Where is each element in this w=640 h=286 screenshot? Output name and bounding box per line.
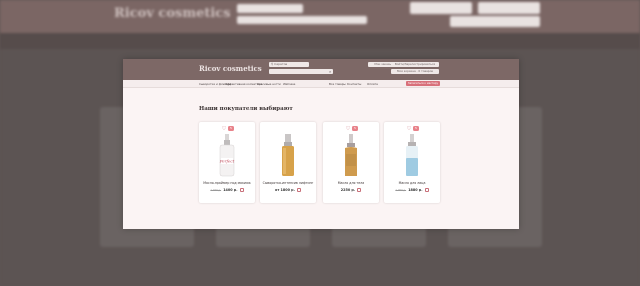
old-price: 1 990 р. (395, 189, 407, 192)
price: 1400 р. (223, 188, 238, 192)
site-header: Ricov cosmetics ⚲ Саратов ⌕ Мои заказы В… (123, 59, 519, 80)
heart-icon[interactable]: ♡ (406, 126, 412, 132)
nav-item[interactable]: Красивые ногти (257, 81, 281, 87)
product-name[interactable]: Масло-праймер под макияж (201, 181, 253, 185)
bg-search-input (237, 16, 367, 24)
bg-login-button (478, 2, 540, 14)
book-master-button[interactable]: Записаться к мастеру (406, 81, 440, 86)
product-card[interactable]: Сыворотка-интенсив лифтинг от 1800 р. (260, 122, 316, 203)
price-row: 1 490 р. 1400 р. (199, 188, 255, 192)
logo[interactable]: Ricov cosmetics (199, 64, 262, 73)
price-row: 2250 р. (323, 188, 379, 192)
product-image[interactable]: Perfect (217, 134, 237, 178)
product-image[interactable] (403, 134, 421, 178)
bottle-label: Perfect (219, 159, 235, 164)
search-icon[interactable]: ⌕ (329, 69, 331, 74)
city-selector[interactable]: ⚲ Саратов (269, 62, 309, 67)
nav-secondary-item[interactable]: Все товары (329, 81, 346, 87)
product-card[interactable]: ♡ 5 Perfect Масло-праймер под макияж 1 4… (199, 122, 255, 203)
bg-header: Ricov cosmetics (0, 0, 640, 33)
cart-icon[interactable] (239, 188, 244, 192)
nav-secondary-item[interactable]: Контакты (347, 81, 361, 87)
product-card[interactable]: ♡ 5 Масло для тела 2250 р. (323, 122, 379, 203)
zoomed-site-preview: Ricov cosmetics ⚲ Саратов ⌕ Мои заказы В… (123, 59, 519, 229)
heart-icon[interactable]: ♡ (221, 126, 227, 132)
login-button[interactable]: Войти/Зарегистрироваться (391, 62, 439, 67)
section-title: Наши покупатели выбирают (199, 106, 293, 112)
heart-icon[interactable]: ♡ (345, 126, 351, 132)
product-name[interactable]: Масло для тела (325, 181, 377, 185)
main-nav: Сыворотки и флюиды Эффективная косметика… (123, 80, 519, 88)
price: от 1800 р. (275, 188, 295, 192)
product-name[interactable]: Сыворотка-интенсив лифтинг (262, 181, 314, 185)
bg-nav (0, 33, 640, 78)
price-row: от 1800 р. (260, 188, 316, 192)
nav-secondary-item[interactable]: Оплата (367, 81, 378, 87)
nav-item[interactable]: Wellness (283, 81, 295, 87)
price-row: 1 990 р. 1880 р. (384, 188, 440, 192)
cart-icon[interactable] (357, 188, 362, 192)
bg-city-selector (237, 4, 303, 13)
price: 2250 р. (340, 188, 356, 192)
bg-logo: Ricov cosmetics (114, 6, 231, 21)
bg-cart-button (450, 16, 540, 27)
cart-button[interactable]: Моя корзина · 0 товаров (391, 69, 439, 74)
product-name[interactable]: Масло для лица (386, 181, 438, 185)
discount-badge: 5 (352, 126, 358, 131)
city-label: Саратов (274, 62, 288, 66)
discount-badge: 5 (413, 126, 419, 131)
discount-badge: 5 (228, 126, 234, 131)
cart-icon[interactable] (296, 188, 301, 192)
product-image[interactable] (341, 134, 361, 178)
search-input[interactable] (269, 69, 333, 74)
product-card[interactable]: ♡ 5 Масло для лица 1 990 р. 1880 р. (384, 122, 440, 203)
old-price: 1 490 р. (210, 189, 222, 192)
price: 1880 р. (408, 188, 423, 192)
cart-icon[interactable] (424, 188, 429, 192)
bg-orders-button (410, 2, 472, 14)
product-image[interactable] (280, 134, 296, 178)
